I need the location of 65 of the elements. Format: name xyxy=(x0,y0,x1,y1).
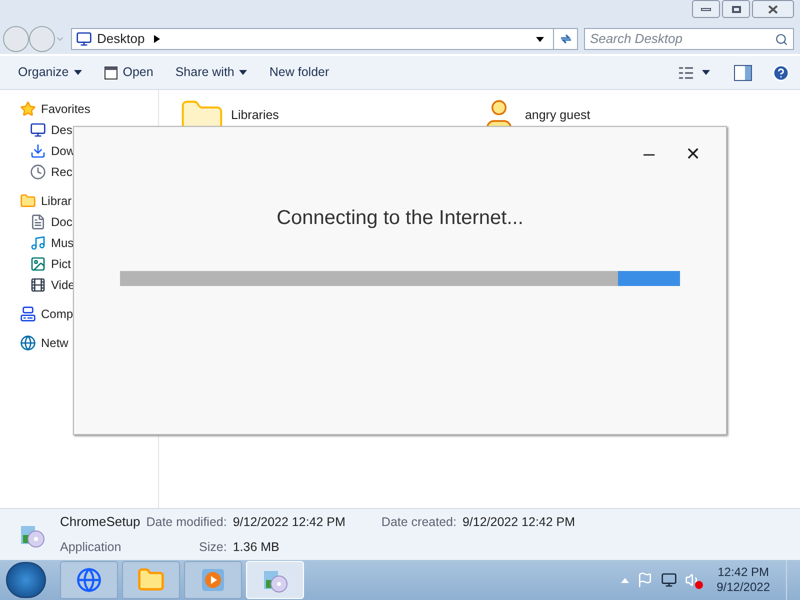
minimize-icon xyxy=(701,8,711,10)
field-label: Date modified: xyxy=(146,514,227,531)
toolbar-button[interactable]: New folder xyxy=(261,60,338,84)
restore-icon xyxy=(732,6,740,12)
sidebar-item[interactable]: Pict xyxy=(20,255,158,272)
help-icon[interactable] xyxy=(772,64,790,82)
sidebar-item[interactable]: Mus xyxy=(20,234,158,251)
close-button[interactable] xyxy=(752,0,794,18)
play-icon xyxy=(200,567,226,593)
sidebar-item[interactable]: Favorites xyxy=(20,100,158,117)
preview-pane-button[interactable] xyxy=(734,64,752,80)
image-icon xyxy=(30,256,46,272)
sidebar-item[interactable]: Comp xyxy=(20,305,158,322)
open-icon xyxy=(104,66,118,80)
search-box[interactable]: Search Desktop xyxy=(584,28,794,50)
network-icon[interactable] xyxy=(660,572,677,588)
field-value: 9/12/2022 12:42 PM xyxy=(232,514,346,531)
sidebar-item[interactable]: Netw xyxy=(20,334,158,351)
clock-icon xyxy=(30,164,46,180)
toolbar-button[interactable]: Open xyxy=(96,60,162,84)
toolbar-button[interactable]: Share with xyxy=(167,60,256,84)
dropdown-arrow-icon[interactable] xyxy=(536,36,544,42)
download-icon xyxy=(30,142,46,158)
computer-icon xyxy=(20,306,36,322)
address-bar[interactable]: Desktop xyxy=(71,28,578,50)
field-value: 1.36 MB xyxy=(232,538,280,556)
dropdown-arrow-icon xyxy=(702,70,710,75)
search-field[interactable]: Search Desktop xyxy=(590,29,775,49)
browser-icon xyxy=(76,567,102,593)
clock-date: 9/12/2022 xyxy=(716,580,770,595)
restore-button[interactable] xyxy=(722,0,750,18)
breadcrumb-arrow-icon xyxy=(154,35,160,43)
sidebar-item[interactable]: Doc xyxy=(20,213,158,230)
star-icon xyxy=(20,100,36,116)
sidebar-item[interactable]: Des xyxy=(20,121,158,138)
monitor-icon xyxy=(76,31,92,47)
close-button[interactable]: ✕ xyxy=(680,141,706,167)
clock-time: 12:42 PM xyxy=(718,565,769,580)
sidebar-item[interactable]: Librar xyxy=(20,192,158,209)
search-icon xyxy=(775,32,788,46)
file-type: Application xyxy=(60,538,122,556)
taskbar-button[interactable] xyxy=(60,561,118,599)
list-view-icon xyxy=(678,66,694,80)
close-icon xyxy=(768,4,778,14)
file-name: ChromeSetup xyxy=(60,513,140,532)
music-icon xyxy=(30,234,46,250)
field-value: 9/12/2022 12:42 PM xyxy=(462,514,576,531)
volume-muted-icon[interactable] xyxy=(684,572,701,588)
folder-icon xyxy=(20,192,36,208)
start-button[interactable] xyxy=(6,562,46,598)
sidebar-item[interactable]: Rec xyxy=(20,163,158,180)
location-text: Desktop xyxy=(97,30,145,48)
status-message: Connecting to the Internet... xyxy=(276,206,524,231)
field-label: Date created: xyxy=(381,514,456,531)
minimize-button[interactable]: – xyxy=(636,141,662,167)
field-label: Size: xyxy=(198,538,227,556)
document-icon xyxy=(30,214,46,230)
globe-icon xyxy=(20,334,36,350)
monitor-icon xyxy=(30,122,46,138)
dropdown-arrow-icon xyxy=(74,70,82,75)
toolbar-button[interactable]: Organize xyxy=(10,60,90,84)
dropdown-arrow-icon xyxy=(239,70,248,75)
film-icon xyxy=(30,276,46,292)
refresh-icon xyxy=(558,33,572,45)
minimize-button[interactable] xyxy=(692,0,720,18)
